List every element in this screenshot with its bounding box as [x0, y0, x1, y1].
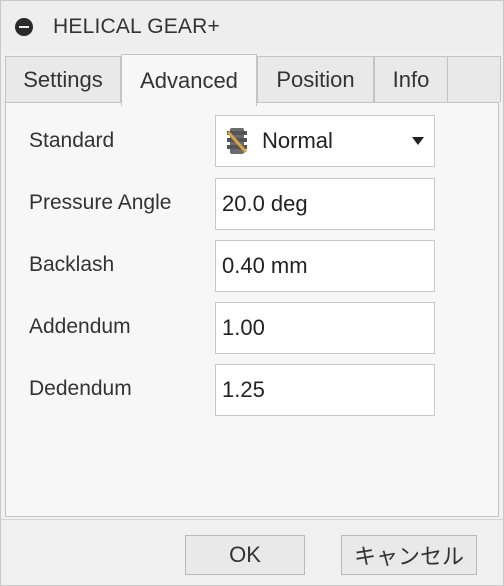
backlash-input[interactable]: 0.40 mm	[215, 240, 435, 292]
dedendum-label: Dedendum	[29, 377, 132, 400]
dialog-title: HELICAL GEAR+	[53, 15, 220, 38]
ok-button[interactable]: OK	[185, 535, 305, 575]
addendum-input[interactable]: 1.00	[215, 302, 435, 354]
tab-label: Position	[276, 66, 355, 92]
pressure-angle-input[interactable]: 20.0 deg	[215, 178, 435, 230]
backlash-label: Backlash	[29, 253, 115, 276]
pressure-angle-label: Pressure Angle	[29, 191, 172, 214]
collapse-icon[interactable]	[15, 18, 33, 36]
cancel-button[interactable]: キャンセル	[341, 535, 477, 575]
chevron-down-icon	[412, 137, 424, 145]
addendum-value: 1.00	[222, 315, 265, 340]
tab-label: Advanced	[140, 67, 238, 93]
dedendum-value: 1.25	[222, 377, 265, 402]
helical-gear-dialog: HELICAL GEAR+ Settings Advanced Position…	[0, 0, 504, 586]
tab-label: Settings	[23, 66, 103, 92]
tab-settings[interactable]: Settings	[5, 56, 121, 102]
addendum-label: Addendum	[29, 315, 131, 338]
standard-label: Standard	[29, 129, 115, 152]
gear-icon	[224, 126, 250, 156]
title-bar[interactable]: HELICAL GEAR+	[1, 1, 503, 51]
tab-bar: Settings Advanced Position Info	[5, 54, 501, 106]
pressure-angle-value: 20.0 deg	[222, 191, 308, 216]
tab-bar-filler	[448, 56, 501, 102]
backlash-value: 0.40 mm	[222, 253, 308, 278]
dedendum-input[interactable]: 1.25	[215, 364, 435, 416]
tab-label: Info	[392, 66, 430, 92]
tab-position[interactable]: Position	[257, 56, 374, 102]
tab-advanced[interactable]: Advanced	[121, 54, 257, 106]
standard-value: Normal	[262, 128, 333, 153]
standard-select[interactable]: Normal	[215, 115, 435, 167]
tab-info[interactable]: Info	[374, 56, 448, 102]
footer-divider	[1, 519, 503, 520]
